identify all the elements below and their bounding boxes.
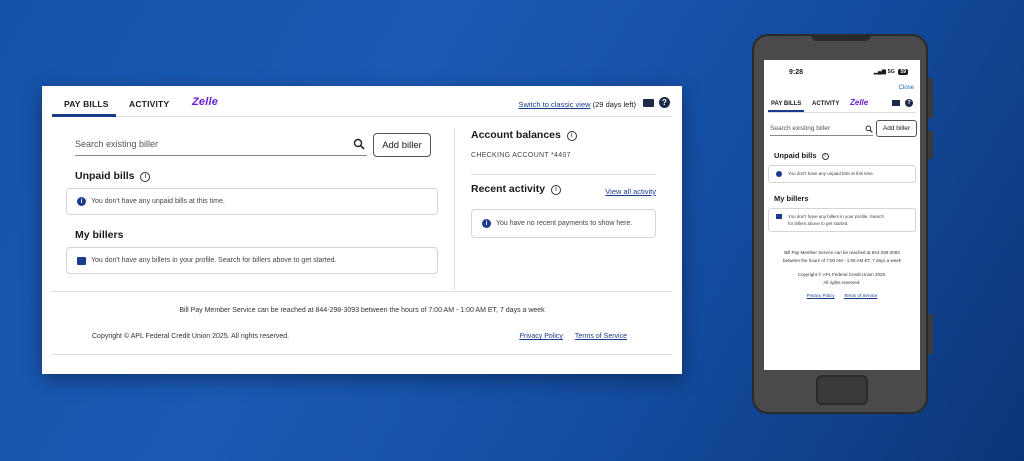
copyright-line: Copyright © APL Federal Credit Union 202… [797,272,887,277]
phone-notch [811,34,871,41]
search-icon[interactable] [353,138,365,150]
footer-links: Privacy Policy Terms of Service [764,293,920,298]
tab-zelle[interactable]: Zelle [192,96,218,108]
info-icon[interactable]: i [140,172,151,182]
unpaid-bills-message-box: i You don't have any unpaid bills at thi… [66,188,438,215]
unpaid-bills-title: Unpaid bills [75,170,135,182]
add-biller-button[interactable]: Add biller [373,133,431,157]
search-input[interactable] [75,134,345,149]
search-placeholder: Search existing biller [770,125,830,132]
tab-activity[interactable]: ACTIVITY [812,101,839,107]
terms-of-service-link[interactable]: Terms of Service [844,293,878,298]
tab-activity[interactable]: ACTIVITY [129,99,169,109]
tab-zelle[interactable]: Zelle [850,98,868,107]
search-field[interactable] [75,134,367,156]
member-service-text: Bill Pay Member Service can be reached a… [179,307,545,314]
phone-side-button [928,314,933,354]
active-tab-indicator [52,114,116,117]
info-icon[interactable]: i [821,153,829,160]
tab-pay-bills[interactable]: PAY BILLS [771,101,801,107]
recent-activity-message-box: i You have no recent payments to show he… [471,209,656,238]
info-icon: i [77,197,86,206]
checking-account-label: CHECKING ACCOUNT *4407 [471,152,571,159]
signal-icon: ▂▄▆ [873,69,888,75]
my-billers-message-line: for billers above to get started. [788,221,849,226]
my-billers-message: You don't have any billers in your profi… [91,257,337,264]
info-icon [776,171,782,177]
phone-side-button [928,78,933,118]
unpaid-bills-heading: Unpaid bills i [75,170,151,182]
terms-of-service-link[interactable]: Terms of Service [575,333,627,340]
divider [471,174,656,175]
battery-icon: 59 [898,69,908,75]
account-balances-heading: Account balances i [471,129,577,141]
search-input[interactable]: Search existing biller [770,122,873,136]
recent-activity-message: You have no recent payments to show here… [496,220,633,227]
unpaid-bills-title: Unpaid bills [774,151,817,160]
account-balances-title: Account balances [471,129,561,141]
my-billers-heading: My billers [774,194,809,203]
copyright-text: Copyright © APL Federal Credit Union 202… [764,271,920,286]
help-icon[interactable]: ? [905,99,913,107]
network-label: 5G [887,69,895,75]
desktop-bill-pay-window: PAY BILLS ACTIVITY Zelle Switch to class… [42,86,682,374]
status-time: 9:28 [789,69,804,76]
unpaid-bills-message: You don't have any unpaid bills at this … [91,198,225,205]
copyright-text: Copyright © APL Federal Credit Union 202… [92,333,290,340]
member-service-line: Bill Pay Member Service can be reached a… [784,250,900,255]
store-icon [77,257,86,265]
store-icon [776,214,782,219]
my-billers-message-box: You don't have any billers in your profi… [768,208,916,232]
help-icon[interactable]: ? [659,97,670,108]
footer-links: Privacy Policy Terms of Service [509,333,627,340]
nav-divider [768,112,916,113]
info-icon[interactable]: i [551,185,562,195]
top-nav: PAY BILLS ACTIVITY Zelle Switch to class… [52,86,672,117]
status-bar-icons: ▂▄▆ 5G 59 [874,69,908,75]
copyright-line: All rights reserved. [823,279,861,285]
info-icon[interactable]: i [566,131,577,141]
column-divider [454,128,455,290]
phone-home-button [816,375,868,405]
phone-frame: 9:28 ▂▄▆ 5G 59 Close PAY BILLS ACTIVITY … [752,34,933,414]
phone-side-button [928,131,933,159]
my-billers-message-box: You don't have any billers in your profi… [66,247,438,274]
tab-pay-bills[interactable]: PAY BILLS [64,99,109,109]
classic-view-notice: Switch to classic view (29 days left) [518,100,636,109]
unpaid-bills-heading: Unpaid bills i [774,151,829,160]
add-biller-button[interactable]: Add biller [876,120,917,137]
footer: Bill Pay Member Service can be reached a… [52,291,672,355]
search-icon[interactable] [865,125,873,133]
view-all-activity-link[interactable]: View all activity [605,187,656,196]
unpaid-bills-message: You don't have any unpaid bills at this … [788,171,874,176]
close-link[interactable]: Close [899,85,914,91]
member-service-line: between the hours of 7:00 AM - 1:00 AM E… [782,257,902,263]
recent-activity-heading: Recent activity i [471,183,562,195]
days-left-text: (29 days left) [592,100,636,109]
unpaid-bills-message-box: You don't have any unpaid bills at this … [768,165,916,183]
privacy-policy-link[interactable]: Privacy Policy [519,333,563,340]
my-billers-message-line: You don't have any billers in your profi… [788,214,885,219]
switch-to-classic-link[interactable]: Switch to classic view [518,100,590,109]
info-icon: i [482,219,491,228]
phone-screen: 9:28 ▂▄▆ 5G 59 Close PAY BILLS ACTIVITY … [764,60,920,370]
mail-icon[interactable] [892,100,900,106]
my-billers-heading: My billers [75,229,124,241]
recent-activity-title: Recent activity [471,183,546,195]
privacy-policy-link[interactable]: Privacy Policy [807,293,835,298]
mail-icon[interactable] [643,99,654,107]
member-service-text: Bill Pay Member Service can be reached a… [764,249,920,264]
